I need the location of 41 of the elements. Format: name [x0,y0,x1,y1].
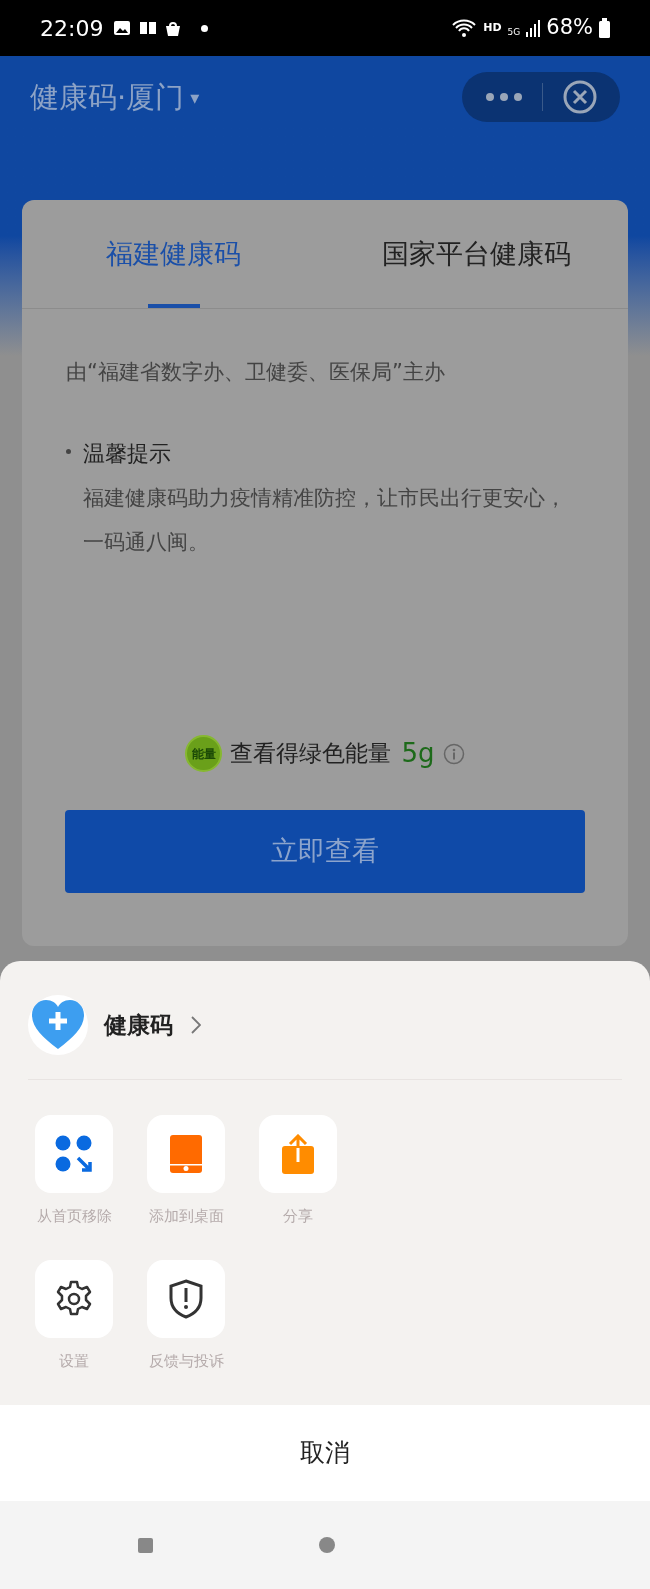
page-title[interactable]: 健康码·厦门 [30,76,185,120]
recents-icon[interactable] [138,1537,153,1553]
action-label: 从首页移除 [36,1206,112,1227]
action-label: 分享 [283,1206,313,1227]
energy-amount: 5g [401,737,435,770]
dots-arrow-icon [55,1135,93,1173]
action-button[interactable] [35,1259,113,1338]
heart-plus-icon [28,995,88,1055]
tab[interactable]: 福建健康码 [22,200,325,308]
clock-time: 22:09 [40,14,104,43]
bag-icon [165,19,182,37]
energy-badge: 能量 [185,735,223,772]
network-label: HD [483,19,502,36]
view-now-button[interactable]: 立即查看 [65,810,585,893]
close-icon[interactable] [563,80,597,114]
tablet-icon [170,1135,202,1173]
action-label: 反馈与投诉 [148,1350,224,1372]
more-icon[interactable] [486,93,522,101]
battery-percent: 68% [546,14,593,42]
wifi-icon [451,18,478,38]
action-label: 设置 [59,1350,89,1372]
shield-alert-icon [168,1278,204,1319]
sponsor-text: 由“福建省数字办、卫健委、医保局”主办 [66,359,446,386]
tab[interactable]: 国家平台健康码 [325,200,628,308]
app-name[interactable]: 健康码 [104,1007,173,1043]
image-icon [113,20,132,36]
energy-text: 查看得绿色能量 [230,739,392,769]
action-label: 添加到桌面 [148,1206,224,1227]
caret-icon[interactable]: ▾ [190,84,200,111]
share-icon [282,1134,314,1174]
book-icon [139,21,158,35]
generation-label: 5G [507,26,521,40]
cancel-button[interactable]: 取消 [0,1405,650,1501]
battery-icon [599,18,610,38]
home-icon[interactable] [319,1537,335,1553]
tip-text: 福建健康码助力疫情精准防控，让市民出行更安心，一码通八闽。 [83,484,567,556]
signal-icon [526,19,541,37]
tip-title: 温馨提示 [83,439,172,468]
info-icon[interactable] [442,742,465,765]
action-button[interactable] [147,1259,225,1338]
chevron-right-icon[interactable] [191,1016,201,1034]
